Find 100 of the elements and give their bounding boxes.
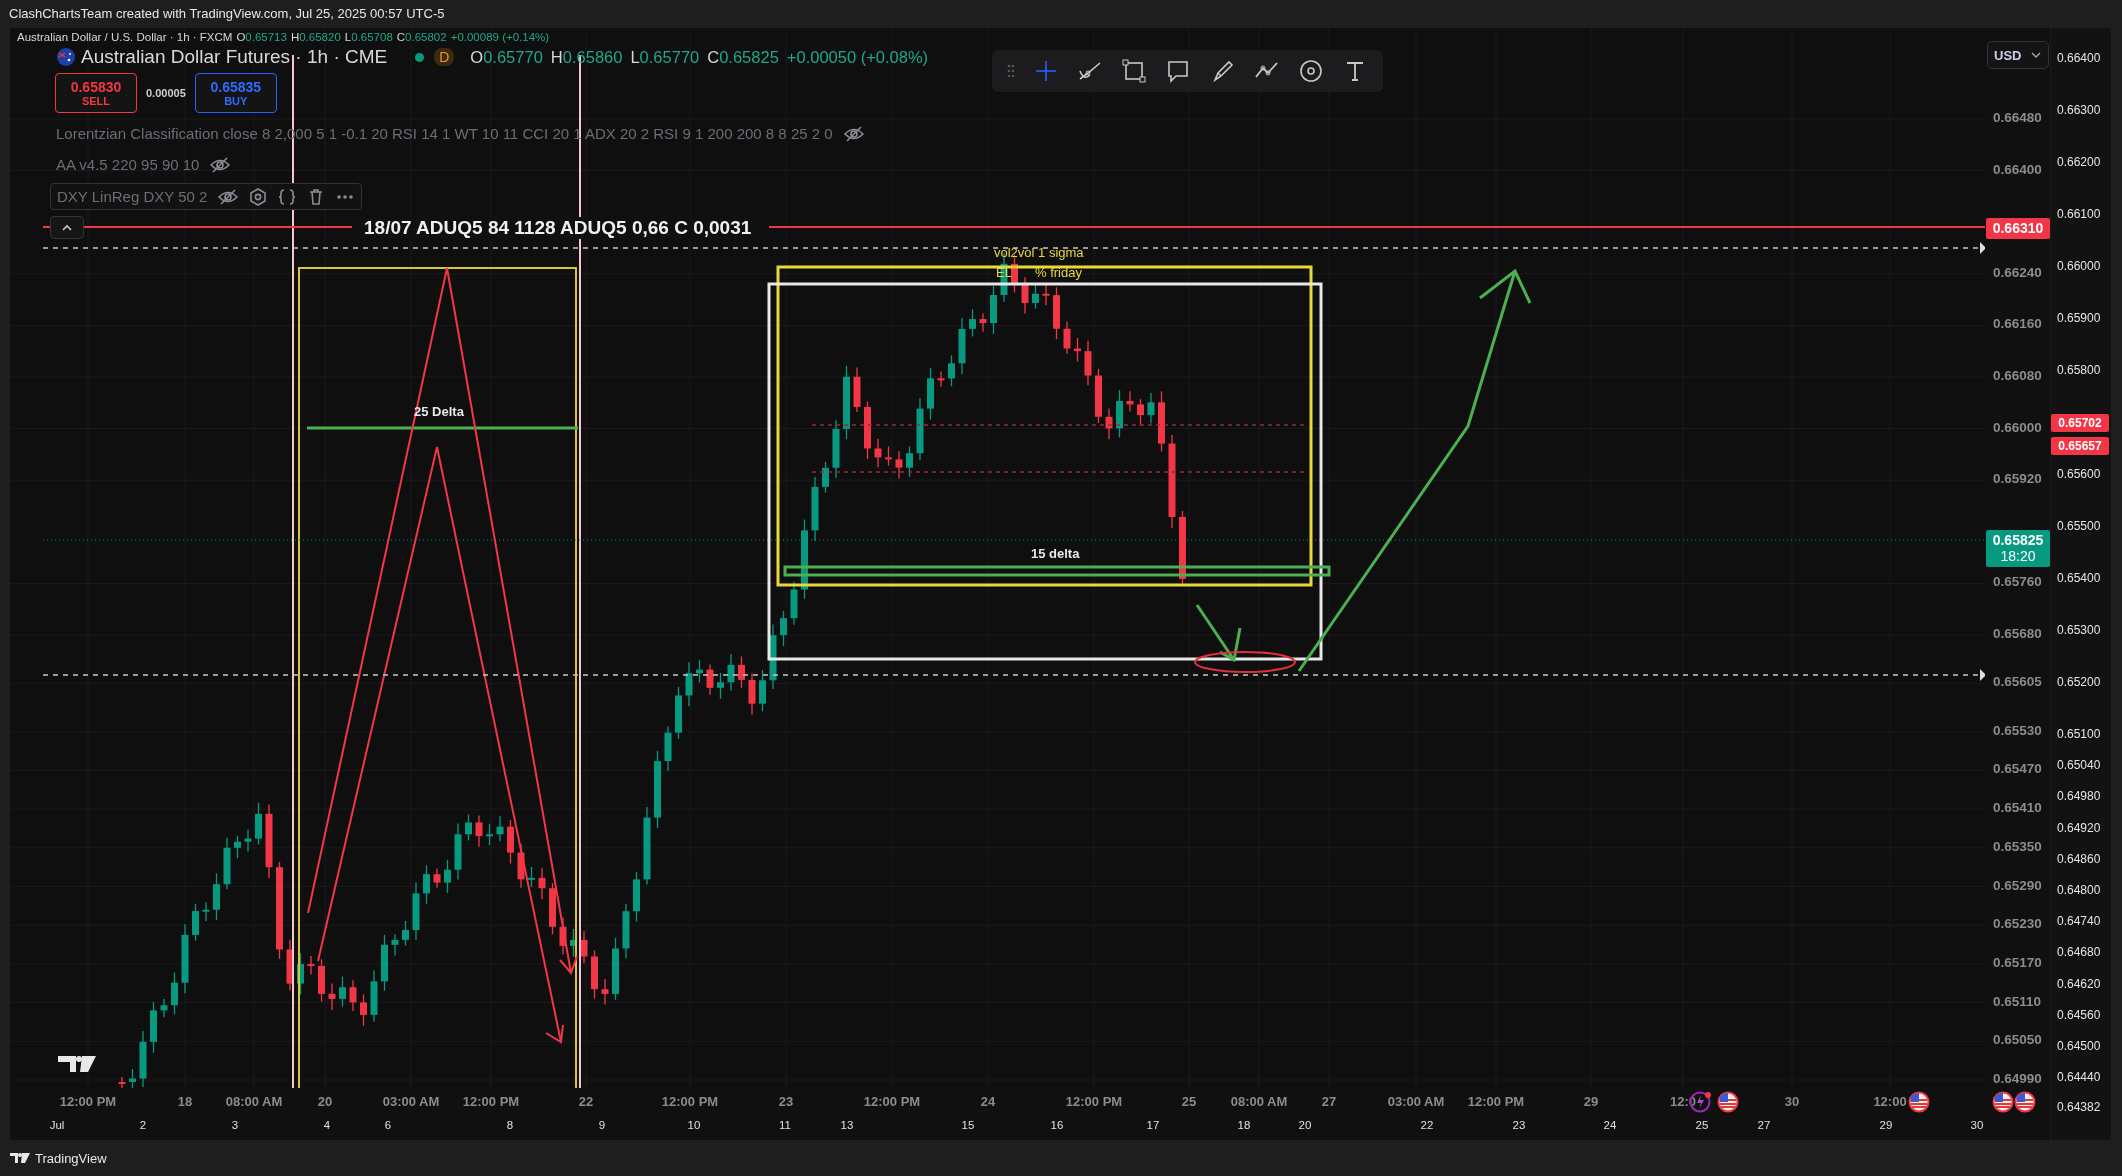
sell-button[interactable]: 0.65830 SELL bbox=[55, 73, 137, 113]
price-tag: 0.66310 bbox=[1986, 217, 2050, 240]
price-label: 0.64560 bbox=[2057, 1007, 2101, 1022]
time-label: 22 bbox=[1420, 1119, 1434, 1131]
price-label: 0.65470 bbox=[1993, 761, 2042, 777]
price-label: 0.65760 bbox=[1993, 574, 2042, 590]
ohlc-value: O0.65770 bbox=[470, 47, 543, 67]
flag-icon[interactable] bbox=[2014, 1091, 2036, 1113]
price-label: 0.66400 bbox=[1993, 161, 2042, 177]
price-tag: 0.65825 18:20 bbox=[1986, 530, 2050, 568]
eye-slash-icon[interactable] bbox=[209, 155, 232, 174]
time-label: 20 bbox=[1298, 1119, 1312, 1131]
time-label: 16 bbox=[1050, 1119, 1064, 1131]
time-label: 29 bbox=[1879, 1119, 1893, 1131]
time-label: 23 bbox=[1512, 1119, 1526, 1131]
time-label: 6 bbox=[384, 1119, 392, 1131]
price-label: 0.64440 bbox=[2057, 1070, 2101, 1085]
code-icon[interactable] bbox=[277, 187, 298, 206]
price-label: 0.65050 bbox=[1993, 1032, 2042, 1048]
spread-value: 0.00005 bbox=[146, 87, 186, 99]
collapse-button[interactable] bbox=[50, 216, 84, 239]
time-label: 18 bbox=[1237, 1119, 1251, 1131]
price-label: 0.66240 bbox=[1993, 264, 2042, 280]
ohlc-value: C0.65802 bbox=[396, 31, 447, 43]
price-label: 0.64680 bbox=[2057, 945, 2101, 960]
price-label: 0.64800 bbox=[2057, 883, 2101, 897]
price-label: 0.64990 bbox=[1993, 1071, 2042, 1087]
price-label: 0.64980 bbox=[2057, 789, 2101, 804]
price-label: 0.65100 bbox=[2057, 727, 2101, 741]
time-label: 03:00 AM bbox=[1387, 1094, 1445, 1109]
time-label: 20 bbox=[317, 1094, 333, 1109]
time-label: 12:00 PM bbox=[1065, 1094, 1123, 1109]
time-label: 4 bbox=[323, 1119, 331, 1131]
price-label: 0.64860 bbox=[2057, 851, 2101, 866]
time-label: 29 bbox=[1583, 1094, 1599, 1109]
indicator-label[interactable]: DXY LinReg DXY 50 2 bbox=[57, 188, 208, 205]
currency-dropdown[interactable]: USD bbox=[1987, 41, 2049, 69]
price-label: 0.65530 bbox=[1993, 722, 2042, 738]
status-dot bbox=[415, 52, 425, 62]
price-label: 0.64620 bbox=[2057, 976, 2101, 991]
flag-icon[interactable] bbox=[1908, 1091, 1930, 1113]
time-label: 12:00 PM bbox=[462, 1094, 520, 1109]
flag-icon[interactable] bbox=[1992, 1091, 2014, 1113]
price-label: 0.65300 bbox=[2057, 623, 2101, 637]
price-label: 0.66000 bbox=[2057, 259, 2101, 273]
price-label: 0.65800 bbox=[2057, 363, 2101, 377]
time-label: 12:00 PM bbox=[863, 1094, 921, 1109]
eye-slash-icon[interactable] bbox=[842, 124, 865, 143]
settings-icon[interactable] bbox=[249, 187, 268, 206]
flag-icon[interactable] bbox=[1717, 1091, 1739, 1113]
price-label: 0.65200 bbox=[2057, 675, 2101, 689]
footer-brand: TradingView bbox=[35, 1150, 107, 1166]
logo-icon bbox=[10, 1152, 30, 1164]
price-label: 0.65410 bbox=[1993, 800, 2042, 816]
time-label: 08:00 AM bbox=[225, 1094, 283, 1109]
buy-button[interactable]: 0.65835 BUY bbox=[194, 73, 277, 113]
price-label: 0.65680 bbox=[1993, 626, 2042, 641]
rectangle-icon[interactable] bbox=[1120, 57, 1149, 85]
time-label: 30 bbox=[1784, 1094, 1800, 1109]
price-label: 0.65920 bbox=[1993, 471, 2042, 487]
price-label: 0.66080 bbox=[1993, 368, 2042, 383]
price-label: 0.66100 bbox=[2057, 207, 2101, 221]
time-label: 17 bbox=[1146, 1119, 1160, 1131]
flag-icon bbox=[57, 48, 75, 66]
symbol-title: Australian Dollar Futures · 1h · CME bbox=[81, 46, 388, 68]
caret-icon bbox=[2031, 52, 2042, 58]
time-label: 08:00 AM bbox=[1230, 1094, 1288, 1109]
time-label: 24 bbox=[980, 1094, 996, 1109]
price-label: 0.66400 bbox=[2057, 51, 2101, 65]
time-label: 24 bbox=[1603, 1119, 1617, 1131]
price-label: 0.65500 bbox=[2057, 519, 2101, 533]
price-label: 0.65600 bbox=[2057, 467, 2101, 481]
price-label: 0.66300 bbox=[2057, 103, 2101, 117]
chevron-up-icon bbox=[61, 223, 73, 232]
price-label: 0.65040 bbox=[2057, 758, 2101, 773]
price-label: 0.64500 bbox=[2057, 1039, 2101, 1053]
time-label: 27 bbox=[1757, 1119, 1771, 1131]
time-label: 25 bbox=[1181, 1094, 1197, 1109]
price-label: 0.64740 bbox=[2057, 914, 2101, 929]
eye-slash-icon[interactable] bbox=[217, 187, 240, 206]
time-label: 18 bbox=[177, 1094, 193, 1109]
time-label: 25 bbox=[1695, 1119, 1709, 1131]
time-label: 23 bbox=[778, 1094, 794, 1109]
time-label: 22 bbox=[578, 1094, 594, 1109]
time-label: 30 bbox=[1970, 1119, 1984, 1131]
time-label: 9 bbox=[598, 1119, 606, 1131]
price-tag: 0.65657 bbox=[2051, 437, 2109, 456]
time-label: 03:00 AM bbox=[382, 1094, 440, 1109]
change-value: +0.00089 (+0.14%) bbox=[450, 31, 550, 43]
indicator-label[interactable]: AA v4.5 220 95 90 10 bbox=[56, 156, 200, 173]
time-label: 27 bbox=[1321, 1094, 1337, 1109]
price-label: 0.65170 bbox=[1993, 954, 2042, 970]
price-label: 0.65230 bbox=[1993, 916, 2042, 932]
time-label: 11 bbox=[779, 1119, 791, 1131]
status-badge: D bbox=[434, 48, 455, 66]
price-label: 0.65900 bbox=[2057, 311, 2101, 325]
change-value: +0.00050 (+0.08%) bbox=[786, 47, 929, 67]
time-label: 12:00 PM bbox=[1467, 1094, 1525, 1109]
time-label: 12:00 bbox=[1873, 1094, 1907, 1109]
ohlc-value: L0.65708 bbox=[344, 31, 393, 43]
